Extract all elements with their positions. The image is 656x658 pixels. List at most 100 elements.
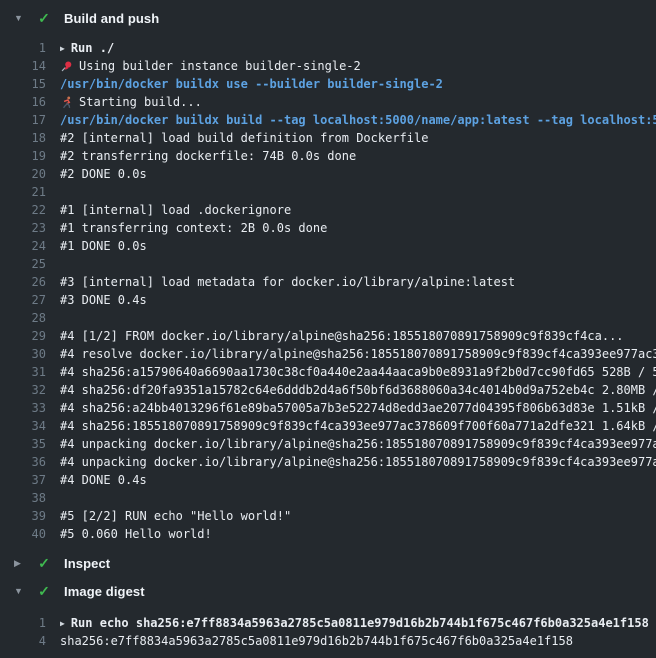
chevron-down-icon: ▼ [14, 577, 28, 605]
line-content: #4 [1/2] FROM docker.io/library/alpine@s… [60, 329, 656, 343]
line-number[interactable]: 24 [0, 239, 46, 253]
line-number[interactable]: 20 [0, 167, 46, 181]
log-text: #4 [1/2] FROM docker.io/library/alpine@s… [60, 329, 624, 343]
log-text: #4 sha256:a15790640a6690aa1730c38cf0a440… [60, 365, 656, 379]
log-line: 20 #2 DONE 0.0s [0, 165, 656, 183]
log-line: 19 #2 transferring dockerfile: 74B 0.0s d… [0, 147, 656, 165]
log-line: 28 [0, 309, 656, 327]
line-number[interactable]: 19 [0, 149, 46, 163]
line-number[interactable]: 1 [0, 41, 46, 55]
line-number[interactable]: 38 [0, 491, 46, 505]
log-block-image-digest: 1 ▶ Run echo sha256:e7ff8834a5963a2785c5a0… [0, 614, 656, 650]
line-number[interactable]: 4 [0, 634, 46, 648]
line-content: #4 resolve docker.io/library/alpine@sha2… [60, 347, 656, 361]
line-content: #2 transferring dockerfile: 74B 0.0s don… [60, 149, 656, 163]
log-text: #4 sha256:185518070891758909c9f839cf4ca3… [60, 419, 656, 433]
line-content: #5 0.060 Hello world! [60, 527, 656, 541]
line-number[interactable]: 21 [0, 185, 46, 199]
log-text: #5 0.060 Hello world! [60, 527, 212, 541]
log-line: 23 #1 transferring context: 2B 0.0s done [0, 219, 656, 237]
line-number[interactable]: 22 [0, 203, 46, 217]
line-number[interactable]: 36 [0, 455, 46, 469]
line-number[interactable]: 18 [0, 131, 46, 145]
line-content: #1 [internal] load .dockerignore [60, 203, 656, 217]
log-line: 31 #4 sha256:a15790640a6690aa1730c38cf0a4… [0, 363, 656, 381]
line-number[interactable]: 15 [0, 77, 46, 91]
line-number[interactable]: 32 [0, 383, 46, 397]
log-line: 26 #3 [internal] load metadata for docker… [0, 273, 656, 291]
chevron-right-icon[interactable]: ▶ [60, 44, 65, 53]
line-content: #2 [internal] load build definition from… [60, 131, 656, 145]
log-text: sha256:e7ff8834a5963a2785c5a0811e979d16b… [60, 634, 573, 648]
log-line: 33 #4 sha256:a24bb4013296f61e89ba57005a7b… [0, 399, 656, 417]
line-number[interactable]: 25 [0, 257, 46, 271]
line-number[interactable]: 14 [0, 59, 46, 73]
log-text: #4 unpacking docker.io/library/alpine@sh… [60, 437, 656, 451]
log-text: Run echo sha256:e7ff8834a5963a2785c5a081… [71, 616, 649, 630]
line-number[interactable]: 31 [0, 365, 46, 379]
log-line: 4 sha256:e7ff8834a5963a2785c5a0811e979d16… [0, 632, 656, 650]
log-line: 18 #2 [internal] load build definition fr… [0, 129, 656, 147]
chevron-down-icon: ▼ [14, 4, 28, 32]
log-text: #4 sha256:df20fa9351a15782c64e6dddb2d4a6… [60, 383, 656, 397]
line-number[interactable]: 26 [0, 275, 46, 289]
line-number[interactable]: 39 [0, 509, 46, 523]
line-content: #3 [internal] load metadata for docker.i… [60, 275, 656, 289]
check-icon: ✓ [34, 555, 54, 572]
line-number[interactable]: 29 [0, 329, 46, 343]
log-line: 32 #4 sha256:df20fa9351a15782c64e6dddb2d4… [0, 381, 656, 399]
line-content: Starting build... [60, 95, 656, 109]
line-number[interactable]: 40 [0, 527, 46, 541]
section-title-build-and-push: Build and push [64, 11, 159, 26]
line-content: sha256:e7ff8834a5963a2785c5a0811e979d16b… [60, 634, 656, 648]
line-content: #4 sha256:df20fa9351a15782c64e6dddb2d4a6… [60, 383, 656, 397]
line-number[interactable]: 17 [0, 113, 46, 127]
line-content: #4 unpacking docker.io/library/alpine@sh… [60, 455, 656, 469]
line-number[interactable]: 28 [0, 311, 46, 325]
line-number[interactable]: 16 [0, 95, 46, 109]
line-number[interactable]: 23 [0, 221, 46, 235]
line-content: /usr/bin/docker buildx build --tag local… [60, 113, 656, 127]
chevron-right-icon: ▶ [14, 549, 28, 577]
line-content: #5 [2/2] RUN echo "Hello world!" [60, 509, 656, 523]
log-text: #3 DONE 0.4s [60, 293, 147, 307]
section-header-build-and-push[interactable]: ▼ ✓ Build and push [0, 4, 656, 32]
log-line: 14 Using builder instance builder-single-… [0, 57, 656, 75]
line-content: #3 DONE 0.4s [60, 293, 656, 307]
line-number[interactable]: 1 [0, 616, 46, 630]
line-content: #4 DONE 0.4s [60, 473, 656, 487]
log-line: 1▶Run ./ [0, 39, 656, 57]
check-icon: ✓ [34, 583, 54, 600]
line-number[interactable]: 33 [0, 401, 46, 415]
log-text: Starting build... [79, 95, 202, 109]
line-content: #1 DONE 0.0s [60, 239, 656, 253]
line-number[interactable]: 27 [0, 293, 46, 307]
log-text: #1 transferring context: 2B 0.0s done [60, 221, 327, 235]
log-text: #4 resolve docker.io/library/alpine@sha2… [60, 347, 656, 361]
log-text: #2 transferring dockerfile: 74B 0.0s don… [60, 149, 356, 163]
line-content: #4 sha256:185518070891758909c9f839cf4ca3… [60, 419, 656, 433]
line-number[interactable]: 34 [0, 419, 46, 433]
log-line: 39 #5 [2/2] RUN echo "Hello world!" [0, 507, 656, 525]
log-text: #4 sha256:a24bb4013296f61e89ba57005a7b3e… [60, 401, 656, 415]
line-content: #1 transferring context: 2B 0.0s done [60, 221, 656, 235]
log-line: 17/usr/bin/docker buildx build --tag loc… [0, 111, 656, 129]
log-line: 30 #4 resolve docker.io/library/alpine@sh… [0, 345, 656, 363]
line-content: #4 sha256:a24bb4013296f61e89ba57005a7b3e… [60, 401, 656, 415]
runner-icon [60, 96, 73, 109]
section-header-image-digest[interactable]: ▼✓Image digest [0, 577, 656, 605]
line-content: Using builder instance builder-single-2 [60, 59, 656, 73]
log-line: 22 #1 [internal] load .dockerignore [0, 201, 656, 219]
log-text: #2 [internal] load build definition from… [60, 131, 428, 145]
log-text: #2 DONE 0.0s [60, 167, 147, 181]
chevron-right-icon[interactable]: ▶ [60, 619, 65, 628]
line-number[interactable]: 37 [0, 473, 46, 487]
line-number[interactable]: 30 [0, 347, 46, 361]
section-title-inspect: Inspect [64, 556, 110, 571]
line-number[interactable]: 35 [0, 437, 46, 451]
log-line: 40 #5 0.060 Hello world! [0, 525, 656, 543]
check-icon: ✓ [34, 10, 54, 27]
log-text: #4 DONE 0.4s [60, 473, 147, 487]
section-header-inspect[interactable]: ▶ ✓ Inspect [0, 549, 656, 577]
line-content: /usr/bin/docker buildx use --builder bui… [60, 77, 656, 91]
